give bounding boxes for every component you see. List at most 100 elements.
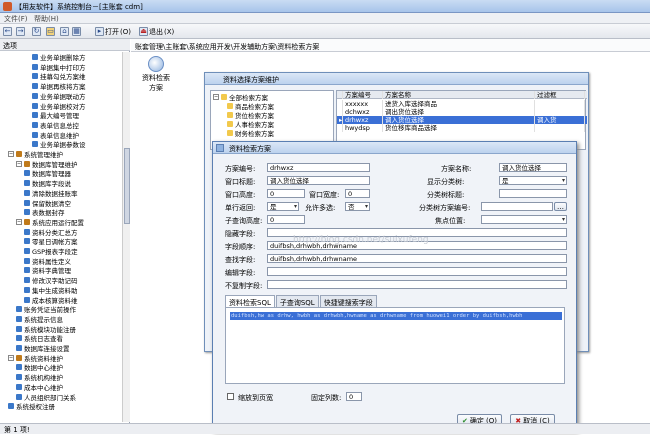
tree-node[interactable]: 财务检索方案 (227, 129, 274, 138)
refresh-button[interactable]: ↻ (32, 26, 41, 37)
search-input[interactable]: duifbsh,drhwbh,drhwname (267, 254, 567, 263)
sidebar-item[interactable]: 系统机构维护 (16, 373, 63, 382)
allow-multi-select[interactable]: 否 (345, 202, 370, 211)
sidebar-item[interactable]: 资料字典管理 (24, 266, 71, 275)
tree-node[interactable]: 人事检索方案 (227, 120, 274, 129)
menu-file[interactable]: 文件(F) (4, 14, 28, 24)
tab-sub-sql[interactable]: 子查询SQL (275, 295, 319, 307)
sidebar-item[interactable]: 系统日志查看 (16, 334, 63, 343)
window-width-input[interactable]: 0 (345, 189, 370, 198)
sidebar-item[interactable]: 零星日调帐方案 (24, 237, 78, 246)
sidebar-item[interactable]: − 系统资料维护 (8, 354, 63, 363)
sidebar-item[interactable]: 业务单据校对方 (32, 102, 86, 111)
sidebar-scrollbar[interactable] (122, 52, 130, 422)
sidebar-item[interactable]: 最大编号管理 (32, 111, 79, 120)
collapse-icon[interactable]: − (16, 160, 22, 167)
sidebar-item[interactable]: 集中生成资料助 (24, 286, 78, 295)
sidebar-item[interactable]: 成本核算资料维 (24, 296, 78, 305)
sidebar-item[interactable]: 业务单据删除方 (32, 53, 86, 62)
sidebar-item[interactable]: 单据集中打印方 (32, 63, 86, 72)
sidebar-item-label: 清除数据挂账率 (32, 189, 78, 198)
category-field-input[interactable] (499, 189, 567, 198)
sidebar-item[interactable]: 系统提示信息 (16, 315, 63, 324)
fixed-cols-input[interactable]: 0 (346, 392, 362, 401)
sidebar-item[interactable]: 资料分类汇总方 (24, 228, 78, 237)
sidebar-item[interactable]: 系统模块功能注册 (16, 325, 76, 334)
sidebar-item[interactable]: 系统授权注册 (8, 402, 55, 411)
sidebar-item[interactable]: 数据库管理器 (24, 169, 71, 178)
cell-code: xxxxxx (343, 100, 383, 108)
col-code[interactable]: 方案编号 (343, 91, 383, 99)
tab-search-sql[interactable]: 资料检索SQL (225, 295, 275, 307)
sql-editor[interactable]: duifbsh,hw as drhw, hwbh as drhwbh,hwnam… (225, 307, 565, 384)
table-row[interactable]: xxxxxx 进货入库选择商品 (337, 100, 587, 108)
tab-shortcut-fields[interactable]: 快捷键搜索字段 (319, 295, 377, 307)
sidebar-item[interactable]: 单据再核将方案 (32, 82, 86, 91)
sidebar-item[interactable]: 成本中心维护 (16, 383, 63, 392)
focus-select[interactable] (481, 215, 567, 224)
nocopy-input[interactable] (267, 280, 567, 289)
sql-tabs: 资料检索SQL 子查询SQL 快捷键搜索字段 (225, 295, 378, 307)
sidebar-item[interactable]: 表单信息总控 (32, 121, 79, 130)
tree-node[interactable]: 货位检索方案 (227, 111, 274, 120)
scheme-code-label: 方案编号: (225, 165, 256, 173)
browse-button[interactable]: … (554, 202, 567, 211)
col-filter[interactable]: 过滤框 (535, 91, 585, 99)
table-row[interactable]: ▸ drhwxz 调入货位选择 调入货 (337, 116, 587, 124)
desktop-icon-search-scheme[interactable]: 资料检索方案 (139, 56, 173, 93)
sub-height-input[interactable]: 0 (267, 215, 305, 224)
sql-text[interactable]: duifbsh,hw as drhw, hwbh as drhwbh,hwnam… (230, 312, 562, 320)
collapse-icon[interactable]: − (16, 218, 22, 225)
sidebar-item[interactable]: 表单信息维护 (32, 131, 79, 140)
table-row[interactable]: hwydsp 货位移库商品选择 (337, 124, 587, 132)
home-button[interactable]: ⌂ (60, 26, 69, 37)
open-button[interactable]: ▸ 打开 (O) (95, 26, 131, 37)
back-button[interactable]: ← (3, 26, 12, 37)
collapse-icon[interactable]: − (213, 94, 219, 100)
sidebar-item[interactable]: 账务凭证当前操作 (16, 305, 76, 314)
exit-button[interactable]: ⏏ 退出 (X) (139, 26, 174, 37)
collapse-icon[interactable]: − (8, 354, 14, 361)
sidebar-item[interactable]: 数据库字段说 (24, 179, 71, 188)
sidebar-item[interactable]: 资料属性定义 (24, 257, 71, 266)
sidebar-item[interactable]: 人员组织部门关系 (16, 393, 76, 402)
window-title-input[interactable]: 调入货位选择 (267, 176, 370, 185)
scheme-name-input[interactable]: 调入货位选择 (499, 163, 567, 172)
sidebar-item[interactable]: 数据中心维护 (16, 363, 63, 372)
search-label: 查找字段: (225, 256, 256, 264)
sidebar-item-label: 修改汉字助记码 (32, 277, 78, 286)
show-category-select[interactable]: 是 (499, 176, 567, 185)
edit-input[interactable] (267, 267, 567, 276)
window-height-input[interactable]: 0 (267, 189, 305, 198)
col-name[interactable]: 方案名称 (383, 91, 535, 99)
sidebar-item[interactable]: − 数据库管理维护 (16, 160, 78, 169)
sidebar-item[interactable]: 表数据封存 (24, 208, 65, 217)
sidebar-item[interactable]: 业务单据参数设 (32, 140, 86, 149)
scheme-code-input[interactable]: drhwxz (267, 163, 370, 172)
item-icon (24, 257, 30, 264)
sidebar-item[interactable]: 保留数据清空 (24, 199, 71, 208)
forward-button[interactable]: → (16, 26, 25, 37)
grid-button[interactable]: ▦ (72, 26, 81, 37)
sidebar-item[interactable]: − 系统应用运行配置 (16, 218, 84, 227)
folder-button[interactable]: ▭ (46, 26, 55, 37)
scroll-thumb[interactable] (124, 148, 130, 224)
category-scheme-input[interactable] (481, 202, 553, 211)
sidebar-item-label: 系统资料维护 (24, 354, 63, 363)
table-row[interactable]: dchwxz 调出货位选择 (337, 108, 587, 116)
sidebar-item[interactable]: 修改汉字助记码 (24, 276, 78, 286)
menu-help[interactable]: 帮助(H) (34, 14, 59, 24)
collapse-icon[interactable]: − (8, 151, 14, 157)
sidebar-item[interactable]: 清除数据挂账率 (24, 189, 78, 198)
sidebar-item[interactable]: 数据库连接设置 (16, 344, 70, 353)
sidebar-item-label: 成本中心维护 (24, 383, 63, 392)
folder-icon (227, 103, 233, 109)
sidebar-item[interactable]: 业务单据联动方 (32, 92, 86, 101)
adjust-checkbox[interactable] (227, 393, 234, 400)
single-return-select[interactable]: 是 (267, 202, 299, 211)
tree-node[interactable]: 商品检索方案 (227, 102, 274, 111)
sidebar-item[interactable]: GSP报表字段定 (24, 247, 78, 256)
sidebar-item[interactable]: − 系统管理维护 (8, 150, 63, 159)
sidebar-item[interactable]: 挂幕勾兑方案维 (32, 72, 86, 81)
tree-root[interactable]: − 全部检索方案 (213, 93, 268, 102)
